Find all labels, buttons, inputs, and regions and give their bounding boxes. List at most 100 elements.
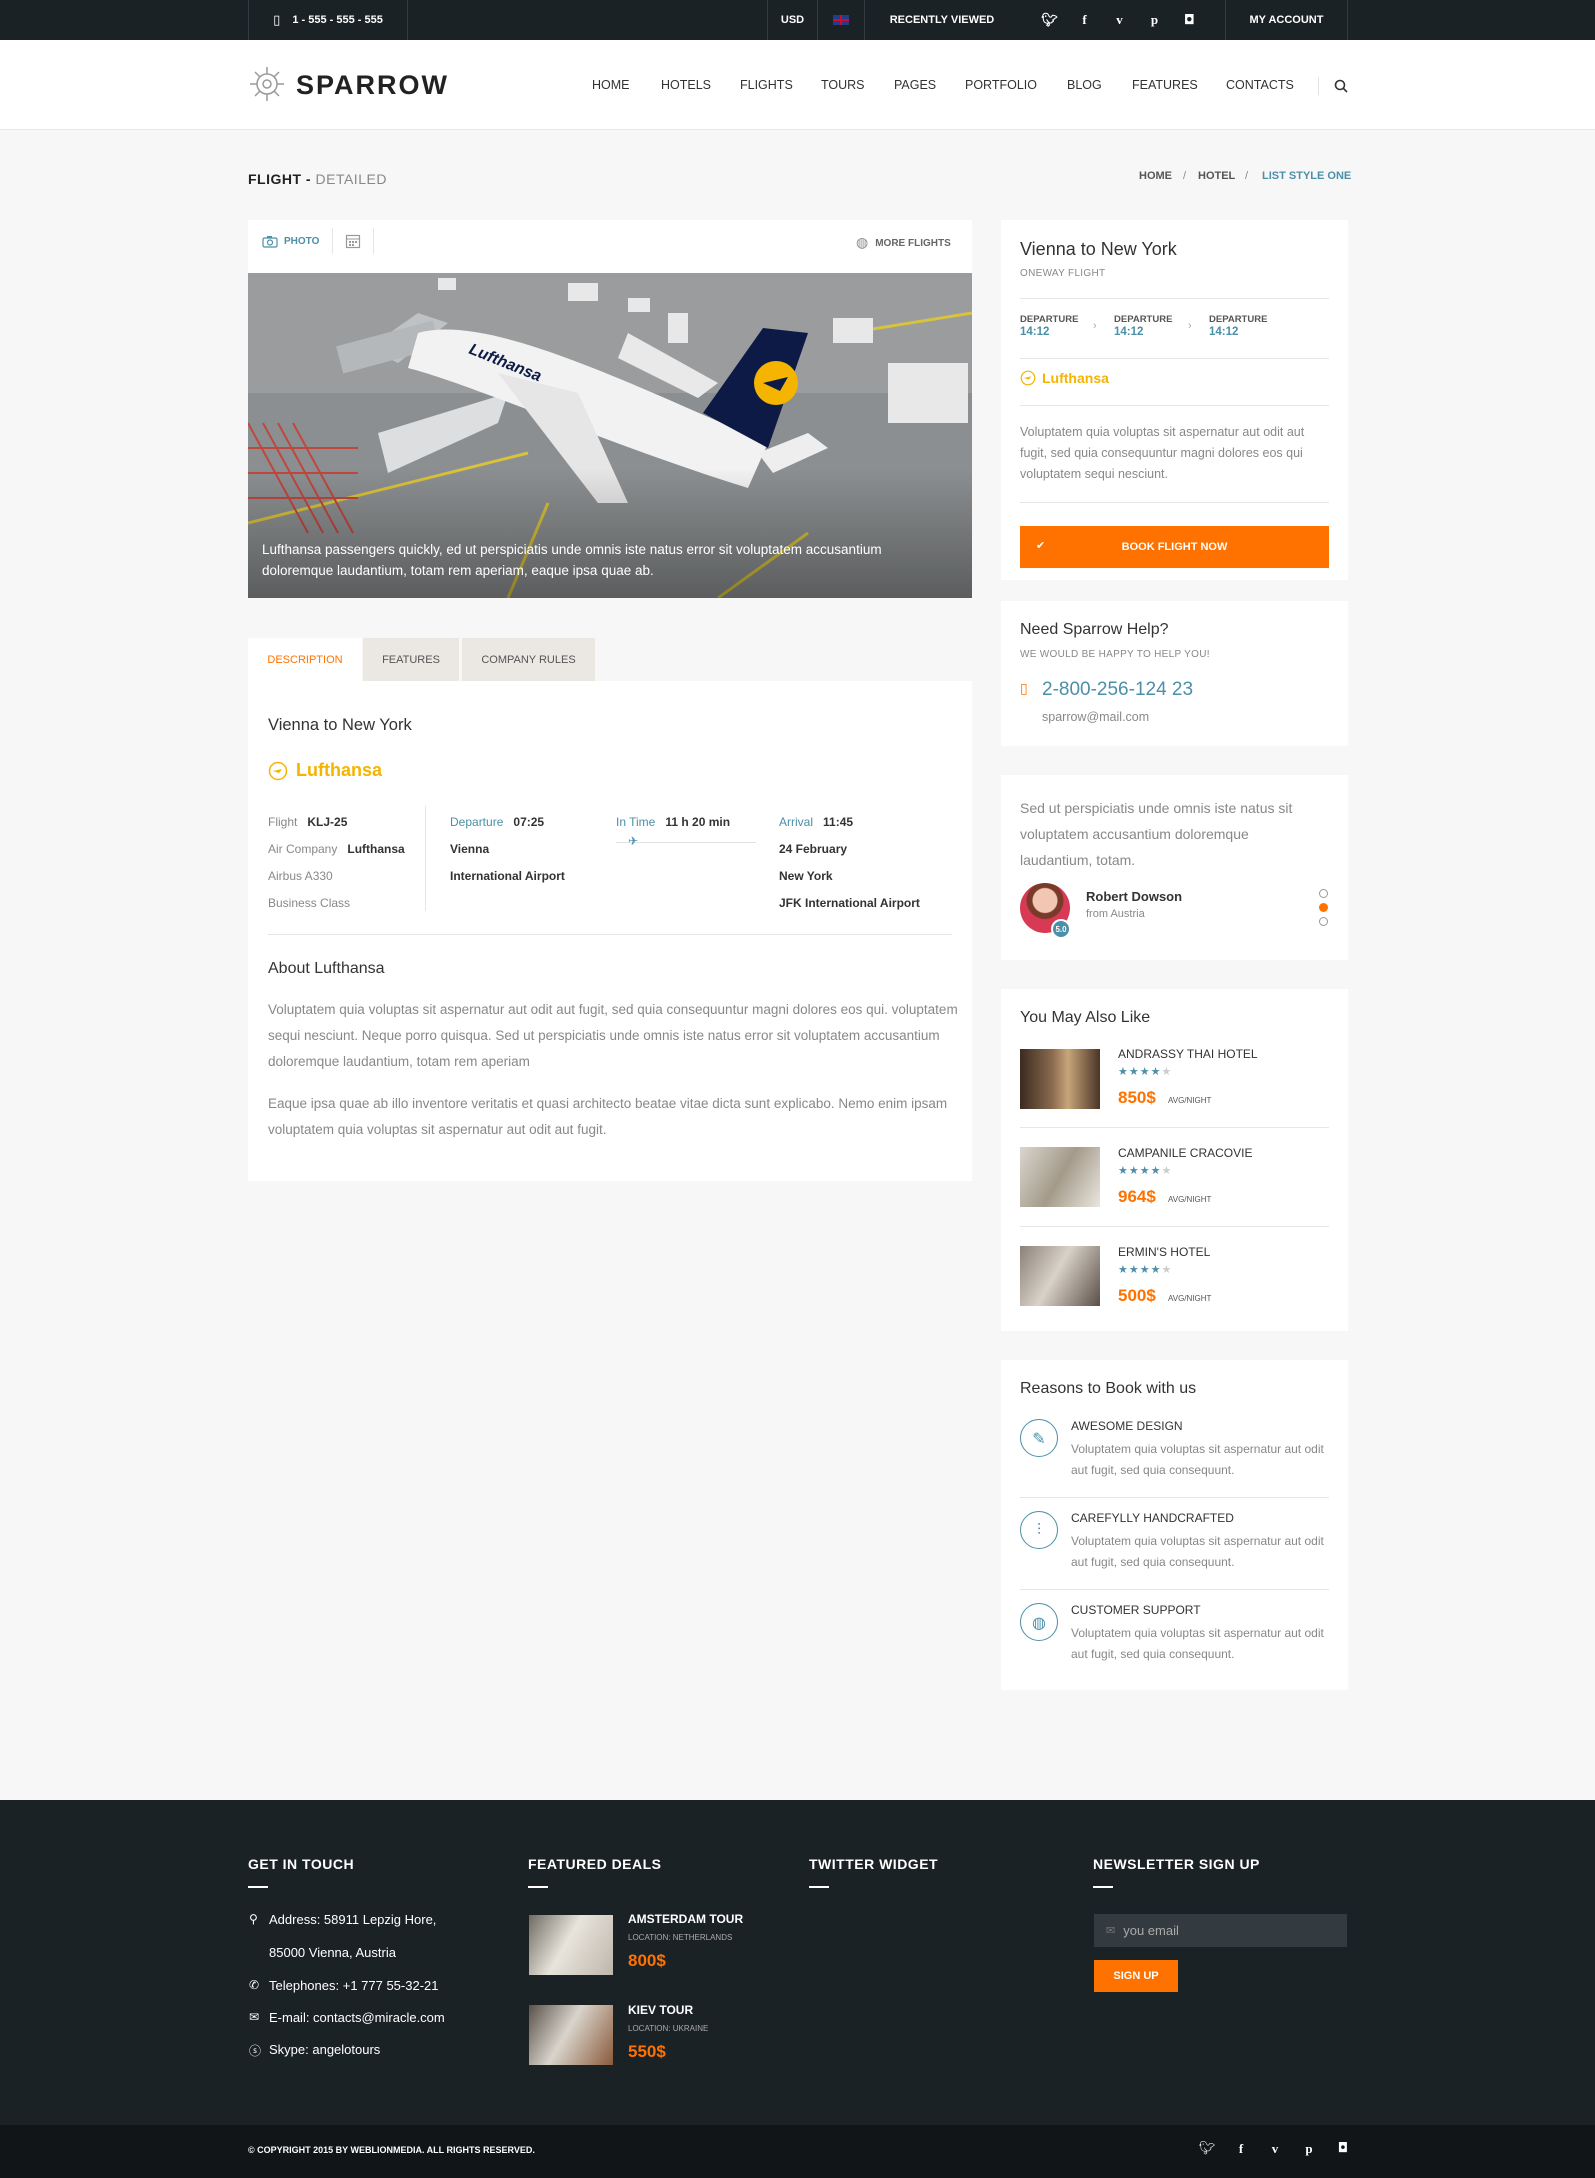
arrival-city: New York xyxy=(779,869,833,883)
carousel-dot[interactable] xyxy=(1319,889,1328,898)
recently-viewed-link[interactable]: RECENTLY VIEWED xyxy=(864,0,1019,40)
calendar-icon[interactable] xyxy=(345,233,361,249)
currency-select[interactable]: USD xyxy=(767,0,817,40)
nav-home[interactable]: HOME xyxy=(592,78,630,92)
search-icon[interactable] xyxy=(1334,79,1348,93)
intime-value: 11 h 20 min xyxy=(665,815,731,829)
pinterest-icon[interactable]: p xyxy=(1292,2141,1326,2157)
arrival-time: 11:45 xyxy=(823,815,854,829)
skype-icon: ⓢ xyxy=(249,2044,262,2058)
more-flights-label: MORE FLIGHTS xyxy=(875,237,951,249)
about-title: About Lufthansa xyxy=(268,960,385,977)
deal-thumbnail[interactable] xyxy=(529,2005,613,2065)
newsletter-email-input[interactable]: ✉ you email xyxy=(1094,1914,1347,1947)
hotel-price: 964$ xyxy=(1118,1187,1156,1206)
help-phone[interactable]: 2-800-256-124 23 xyxy=(1042,679,1193,701)
breadcrumb-hotel[interactable]: HOTEL xyxy=(1198,170,1235,182)
instagram-icon[interactable]: ◘ xyxy=(1326,2141,1360,2157)
nav-pages[interactable]: PAGES xyxy=(894,78,936,92)
tab-description[interactable]: DESCRIPTION xyxy=(248,638,362,681)
reason-title: AWESOME DESIGN xyxy=(1071,1419,1183,1433)
chevron-right-icon: › xyxy=(1093,320,1097,332)
footer-skype[interactable]: Skype: angelotours xyxy=(269,2042,380,2057)
photo-tab-label: PHOTO xyxy=(284,236,320,247)
divider xyxy=(1020,502,1329,503)
nav-features[interactable]: FEATURES xyxy=(1132,78,1198,92)
hotel-rating: ★★★★★ xyxy=(1118,1164,1173,1177)
page-title: FLIGHT - DETAILED xyxy=(248,171,387,187)
vimeo-icon[interactable]: v xyxy=(1258,2141,1292,2157)
my-account-link[interactable]: MY ACCOUNT xyxy=(1225,0,1348,40)
also-like-title: You May Also Like xyxy=(1020,1009,1151,1026)
twitter-icon[interactable]: 🐦︎ xyxy=(1032,13,1067,28)
my-account-label: MY ACCOUNT xyxy=(1249,14,1324,26)
recently-viewed-label: RECENTLY VIEWED xyxy=(889,14,995,26)
nav-hotels[interactable]: HOTELS xyxy=(661,78,711,92)
pencil-icon: ✎ xyxy=(1020,1419,1058,1457)
breadcrumb-separator: / xyxy=(1245,170,1249,182)
reason-text: Voluptatem quia voluptas sit aspernatur … xyxy=(1071,1626,1324,1661)
price-unit: AVG/NIGHT xyxy=(1168,1195,1212,1204)
divider xyxy=(1020,1127,1329,1128)
language-select[interactable] xyxy=(817,0,864,40)
arrival-label: Arrival xyxy=(779,815,814,829)
envelope-icon: ✉ xyxy=(249,2010,260,2024)
departure-step-time: 14:12 xyxy=(1209,326,1239,338)
nav-contacts[interactable]: CONTACTS xyxy=(1226,78,1294,92)
hotel-name[interactable]: ERMIN'S HOTEL xyxy=(1118,1245,1210,1259)
uk-flag-icon xyxy=(833,15,849,25)
breadcrumb-home[interactable]: HOME xyxy=(1139,170,1172,182)
carousel-dot-active[interactable] xyxy=(1319,903,1328,912)
page-title-sub: DETAILED xyxy=(315,171,387,187)
hotel-thumbnail[interactable] xyxy=(1020,1246,1100,1306)
departure-step-time: 14:12 xyxy=(1020,326,1050,338)
aircraft-type: Airbus A330 xyxy=(268,869,333,883)
deal-name[interactable]: AMSTERDAM TOUR xyxy=(628,1912,743,1926)
twitter-icon[interactable]: 🐦︎ xyxy=(1190,2141,1224,2157)
deal-location: LOCATION: UKRAINE xyxy=(628,2024,709,2033)
reason-text: Voluptatem quia voluptas sit aspernatur … xyxy=(1071,1442,1324,1477)
deal-thumbnail[interactable] xyxy=(529,1915,613,1975)
logo-text[interactable]: SPARROW xyxy=(296,70,449,101)
book-flight-button[interactable]: ✔ BOOK FLIGHT NOW xyxy=(1020,526,1329,568)
currency-label: USD xyxy=(780,14,805,26)
footer-email[interactable]: E-mail: contacts@miracle.com xyxy=(269,2010,445,2025)
phone-contact[interactable]: ▯ 1 - 555 - 555 - 555 xyxy=(248,0,408,40)
intime-label: In Time xyxy=(616,815,656,829)
description-route: Vienna to New York xyxy=(268,716,412,734)
deal-name[interactable]: KIEV TOUR xyxy=(628,2003,693,2017)
tab-company-rules[interactable]: COMPANY RULES xyxy=(462,638,595,681)
facebook-icon[interactable]: f xyxy=(1067,12,1102,28)
pinterest-icon[interactable]: p xyxy=(1137,12,1172,28)
signup-button[interactable]: SIGN UP xyxy=(1094,1960,1178,1992)
mobile-icon: ▯ xyxy=(273,12,281,28)
nav-portfolio[interactable]: PORTFOLIO xyxy=(965,78,1037,92)
nav-blog[interactable]: BLOG xyxy=(1067,78,1102,92)
nav-tours[interactable]: TOURS xyxy=(821,78,865,92)
tab-features[interactable]: FEATURES xyxy=(363,638,459,681)
departure-info: Departure 07:25 Vienna International Air… xyxy=(450,809,565,890)
vimeo-icon[interactable]: v xyxy=(1102,12,1137,28)
hotel-name[interactable]: ANDRASSY THAI HOTEL xyxy=(1118,1047,1258,1061)
column-divider xyxy=(425,806,426,911)
carousel-dot[interactable] xyxy=(1319,917,1328,926)
booking-route: Vienna to New York xyxy=(1020,239,1177,259)
hotel-thumbnail[interactable] xyxy=(1020,1147,1100,1207)
departure-time: 07:25 xyxy=(513,815,545,829)
help-email[interactable]: sparrow@mail.com xyxy=(1042,710,1149,724)
tab-photo[interactable]: PHOTO xyxy=(262,235,319,248)
book-flight-label: BOOK FLIGHT NOW xyxy=(1121,541,1228,553)
instagram-icon[interactable]: ◘ xyxy=(1172,13,1207,28)
tab-divider xyxy=(373,228,374,254)
arrival-airport: JFK International Airport xyxy=(779,896,920,910)
nav-flights[interactable]: FLIGHTS xyxy=(740,78,793,92)
facebook-icon[interactable]: f xyxy=(1224,2141,1258,2157)
hotel-thumbnail[interactable] xyxy=(1020,1049,1100,1109)
departure-city: Vienna xyxy=(450,842,490,856)
about-paragraph-1: Voluptatem quia voluptas sit aspernatur … xyxy=(268,1002,958,1069)
booking-flight-type: ONEWAY FLIGHT xyxy=(1020,268,1106,279)
nav-divider xyxy=(1318,77,1319,95)
hotel-name[interactable]: CAMPANILE CRACOVIE xyxy=(1118,1146,1252,1160)
company-value: Lufthansa xyxy=(347,842,405,856)
more-flights-link[interactable]: ◍ MORE FLIGHTS xyxy=(856,235,951,251)
